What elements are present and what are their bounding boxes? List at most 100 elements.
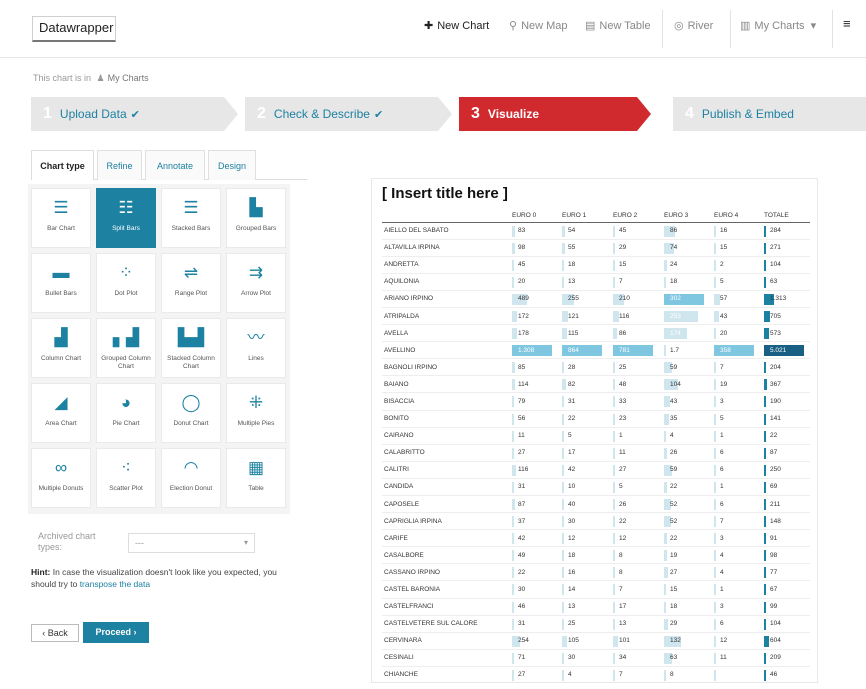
hamburger-menu-icon[interactable]: ≡ [843, 16, 851, 31]
row-label: CARIFE [382, 529, 509, 548]
table-cell: 209 [761, 649, 810, 667]
table-cell: 86 [610, 324, 661, 343]
chart-type-multiple-pies[interactable]: ⁜ Multiple Pies [226, 383, 286, 443]
tab-refine[interactable]: Refine [97, 150, 142, 180]
multiple-donuts-icon: ∞ [54, 458, 68, 477]
river-icon: ◎ [674, 20, 684, 32]
cell-value: 7 [619, 586, 623, 594]
table-cell: 4 [711, 546, 761, 565]
chart-type-bar-chart[interactable]: ☰ Bar Chart [31, 188, 91, 248]
new-map-link[interactable]: ⚲ New Map [509, 19, 568, 32]
step-publish-embed[interactable]: 4 Publish & Embed [673, 97, 866, 131]
chart-type-dot-plot[interactable]: ⁘ Dot Plot [96, 253, 156, 313]
table-row: ARIANO IRPINO 489 255 210 302 57 1.313 [382, 290, 810, 308]
cell-value: 116 [619, 312, 630, 320]
datawrapper-logo[interactable]: Datawrapper [32, 16, 116, 42]
cell-value: 7 [619, 278, 623, 286]
chart-type-stacked-bars[interactable]: ☰ Stacked Bars [161, 188, 221, 248]
river-link[interactable]: ◎ River [674, 19, 713, 32]
table-cell: 1.7 [661, 341, 711, 360]
chart-type-election-donut[interactable]: ◠ Election Donut [161, 448, 221, 508]
chart-type-lines[interactable]: 〰 Lines [226, 318, 286, 378]
table-cell: 45 [509, 256, 559, 274]
table-cell: 98 [761, 546, 810, 565]
table-cell: 77 [761, 563, 810, 582]
table-cell: 43 [711, 307, 761, 326]
table-cell: 29 [610, 239, 661, 257]
bullet-bars-icon: ▬ [52, 263, 70, 282]
chart-type-donut-chart[interactable]: ◯ Donut Chart [161, 383, 221, 443]
table-row: CASTEL BARONIA 30 14 7 15 1 67 [382, 580, 810, 599]
table-cell: 82 [559, 375, 610, 394]
cell-value: 367 [770, 380, 781, 388]
chart-type-range-plot[interactable]: ⇌ Range Plot [161, 253, 221, 313]
table-cell: 28 [559, 358, 610, 377]
row-label: CASSANO IRPINO [382, 563, 509, 582]
cell-value: 4 [670, 432, 674, 440]
table-cell: 5 [610, 478, 661, 497]
chart-type-scatter-plot[interactable]: ⁖ Scatter Plot [96, 448, 156, 508]
chart-type-area-chart[interactable]: ◢ Area Chart [31, 383, 91, 443]
cell-value: 4 [720, 551, 724, 559]
cell-value: 781 [619, 346, 630, 354]
proceed-button[interactable]: Proceed › [83, 622, 149, 643]
chart-type-stacked-column-chart[interactable]: ▙▟ Stacked Column Chart [161, 318, 221, 378]
chart-type-column-chart[interactable]: ▟ Column Chart [31, 318, 91, 378]
cell-value: 489 [518, 295, 529, 303]
cell-value: 1 [720, 586, 724, 594]
cell-value: 8 [670, 671, 674, 679]
chart-type-grouped-column-chart[interactable]: ▖▟ Grouped Column Chart [96, 318, 156, 378]
chart-type-split-bars[interactable]: ☷ Split Bars [96, 188, 156, 248]
cell-value: 22 [619, 517, 627, 525]
cell-value: 55 [568, 244, 576, 252]
table-cell: 105 [559, 632, 610, 650]
chart-type-table[interactable]: ▦ Table [226, 448, 286, 508]
archived-chart-types-select[interactable]: --- ▾ [128, 533, 255, 553]
table-cell: 79 [509, 392, 559, 411]
cell-value: 3 [720, 397, 724, 405]
cell-value: 255 [568, 295, 579, 303]
tab-annotate[interactable]: Annotate [145, 150, 205, 180]
cell-value: 42 [518, 534, 526, 542]
table-cell: 15 [610, 256, 661, 274]
chart-title[interactable]: [ Insert title here ] [382, 185, 508, 202]
row-label: BAGNOLI IRPINO [382, 358, 509, 377]
table-cell: 1 [711, 478, 761, 497]
table-cell: 29 [661, 615, 711, 633]
transpose-data-link[interactable]: transpose the data [80, 579, 150, 589]
back-button[interactable]: ‹ Back [31, 624, 79, 642]
table-cell: 4 [559, 666, 610, 682]
tab-chart-type[interactable]: Chart type [31, 150, 94, 180]
cell-value: 211 [770, 500, 781, 508]
table-cell: 31 [559, 392, 610, 411]
breadcrumb-folder[interactable]: My Charts [108, 73, 149, 83]
cell-value: 98 [770, 551, 778, 559]
column-header: EURO 3 [661, 209, 711, 223]
chart-type-grouped-bars[interactable]: ▙ Grouped Bars [226, 188, 286, 248]
cell-value: 210 [619, 295, 630, 303]
cell-value: 11 [518, 432, 525, 440]
chart-icon: ▥ [740, 20, 751, 32]
step-visualize[interactable]: 3 Visualize [459, 97, 651, 131]
cell-value: 271 [770, 244, 781, 252]
chart-type-multiple-donuts[interactable]: ∞ Multiple Donuts [31, 448, 91, 508]
chart-type-arrow-plot[interactable]: ⇉ Arrow Plot [226, 253, 286, 313]
chart-type-pie-chart[interactable]: ◕ Pie Chart [96, 383, 156, 443]
cell-value: 12 [619, 534, 627, 542]
top-navigation-bar: Datawrapper ✚ New Chart ⚲ New Map ▤ New Tab… [0, 0, 866, 58]
table-cell: 211 [761, 495, 810, 514]
tab-design[interactable]: Design [208, 150, 256, 180]
my-charts-dropdown[interactable]: ▥ My Charts ▾ [740, 19, 816, 32]
new-chart-link[interactable]: ✚ New Chart [424, 19, 489, 32]
table-cell: 45 [610, 222, 661, 240]
row-label: AVELLA [382, 324, 509, 343]
table-cell: 87 [761, 444, 810, 462]
step-check-describe[interactable]: 2 Check & Describe ✔ [245, 97, 452, 131]
chart-type-bullet-bars[interactable]: ▬ Bullet Bars [31, 253, 91, 313]
step-upload-data[interactable]: 1 Upload Data ✔ [31, 97, 238, 131]
cell-value: 254 [518, 637, 529, 645]
cell-value: 178 [518, 329, 529, 337]
row-label: BONITO [382, 410, 509, 428]
new-table-link[interactable]: ▤ New Table [585, 19, 651, 32]
cell-value: 121 [568, 312, 579, 320]
